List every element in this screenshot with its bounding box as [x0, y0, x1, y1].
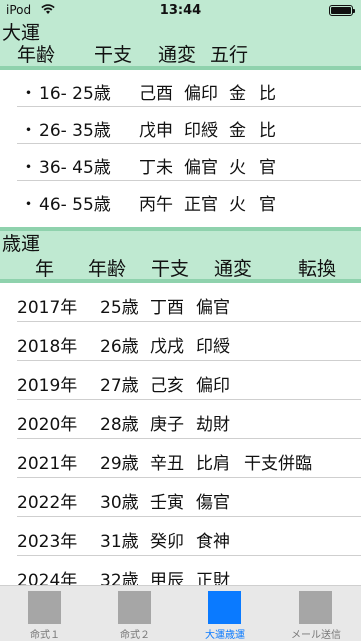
daiun-header-gogyo: 五行 — [210, 44, 249, 66]
saiun-tsuhen: 食神 — [196, 532, 230, 552]
daiun-title: 大運 — [2, 22, 41, 44]
daiun-kanshi: 丁未 — [139, 158, 173, 178]
saiun-title: 歳運 — [2, 233, 41, 255]
saiun-tsuhen: 劫財 — [196, 415, 230, 435]
daiun-header-tsuhen: 通変 — [158, 44, 197, 66]
status-time: 13:44 — [159, 3, 202, 18]
placeholder-square-icon — [299, 591, 332, 624]
saiun-row[interactable]: 2022年 30歳 壬寅 傷官 — [0, 478, 361, 517]
tab-bar: 命式１ 命式２ 大運歳運 メール送信 — [0, 585, 361, 641]
saiun-tenkan: 干支併臨 — [244, 454, 312, 474]
daiun-age: 36- 45歳 — [39, 158, 111, 178]
daiun-gogyo: 金 — [229, 84, 246, 104]
daiun-tsuhen: 正官 — [184, 195, 218, 215]
daiun-gogyo: 火 — [229, 158, 246, 178]
saiun-header-kanshi: 干支 — [151, 258, 190, 280]
tab-label: メール送信 — [291, 630, 341, 641]
tab-label: 大運歳運 — [205, 630, 245, 641]
tab-meishiki-1[interactable]: 命式１ — [0, 586, 90, 641]
saiun-age: 30歳 — [100, 493, 139, 513]
daiun-gogyo-relation: 官 — [259, 158, 276, 178]
placeholder-square-icon — [208, 591, 241, 624]
tab-label: 命式１ — [30, 630, 60, 641]
saiun-age: 28歳 — [100, 415, 139, 435]
saiun-age: 29歳 — [100, 454, 139, 474]
saiun-year: 2018年 — [17, 337, 78, 357]
saiun-row[interactable]: 2017年 25歳 丁酉 偏官 — [0, 283, 361, 322]
saiun-age: 27歳 — [100, 376, 139, 396]
saiun-header: 歳運 年 年齢 干支 通変 転換 — [0, 231, 361, 279]
saiun-year: 2023年 — [17, 532, 78, 552]
saiun-age: 31歳 — [100, 532, 139, 552]
saiun-row[interactable]: 2023年 31歳 癸卯 食神 — [0, 517, 361, 556]
daiun-age: 16- 25歳 — [39, 84, 111, 104]
saiun-kanshi: 庚子 — [150, 415, 184, 435]
daiun-tsuhen: 偏官 — [184, 158, 218, 178]
daiun-header-kanshi: 干支 — [94, 44, 133, 66]
status-bar: iPod 13:44 — [0, 0, 361, 20]
daiun-gogyo-relation: 比 — [259, 121, 276, 141]
daiun-row[interactable]: ・ 26- 35歳 戊申 印綬 金 比 — [0, 107, 361, 144]
daiun-header: 大運 年齢 干支 通変 五行 — [0, 20, 361, 66]
saiun-kanshi: 戊戌 — [150, 337, 184, 357]
saiun-header-year: 年 — [35, 258, 55, 280]
daiun-kanshi: 戊申 — [139, 121, 173, 141]
row-bullet: ・ — [20, 121, 37, 141]
row-bullet: ・ — [20, 195, 37, 215]
daiun-gogyo-relation: 官 — [259, 195, 276, 215]
battery-icon — [329, 5, 355, 16]
saiun-row[interactable]: 2021年 29歳 辛丑 比肩 干支併臨 — [0, 439, 361, 478]
placeholder-square-icon — [118, 591, 151, 624]
tab-mail-send[interactable]: メール送信 — [271, 586, 361, 641]
daiun-row[interactable]: ・ 36- 45歳 丁未 偏官 火 官 — [0, 144, 361, 181]
saiun-age: 26歳 — [100, 337, 139, 357]
daiun-gogyo: 金 — [229, 121, 246, 141]
tab-label: 命式２ — [120, 630, 150, 641]
daiun-tsuhen: 印綬 — [184, 121, 218, 141]
daiun-row[interactable]: ・ 46- 55歳 丙午 正官 火 官 — [0, 181, 361, 218]
daiun-kanshi: 己酉 — [139, 84, 173, 104]
saiun-row[interactable]: 2020年 28歳 庚子 劫財 — [0, 400, 361, 439]
row-bullet: ・ — [20, 158, 37, 178]
saiun-kanshi: 己亥 — [150, 376, 184, 396]
daiun-gogyo: 火 — [229, 195, 246, 215]
saiun-year: 2022年 — [17, 493, 78, 513]
saiun-header-tsuhen: 通変 — [214, 258, 253, 280]
saiun-kanshi: 丁酉 — [150, 298, 184, 318]
saiun-kanshi: 癸卯 — [150, 532, 184, 552]
saiun-header-tenkan: 転換 — [298, 258, 337, 280]
saiun-kanshi: 辛丑 — [150, 454, 184, 474]
saiun-header-age: 年齢 — [88, 258, 127, 280]
saiun-year: 2019年 — [17, 376, 78, 396]
saiun-row[interactable]: 2018年 26歳 戊戌 印綬 — [0, 322, 361, 361]
placeholder-square-icon — [28, 591, 61, 624]
tab-daiun-saiun[interactable]: 大運歳運 — [180, 586, 270, 641]
saiun-year: 2017年 — [17, 298, 78, 318]
daiun-header-age: 年齢 — [17, 44, 56, 66]
daiun-kanshi: 丙午 — [139, 195, 173, 215]
daiun-age: 46- 55歳 — [39, 195, 111, 215]
row-bullet: ・ — [20, 84, 37, 104]
daiun-gogyo-relation: 比 — [259, 84, 276, 104]
daiun-tsuhen: 偏印 — [184, 84, 218, 104]
saiun-year: 2021年 — [17, 454, 78, 474]
saiun-tsuhen: 比肩 — [196, 454, 230, 474]
saiun-year: 2020年 — [17, 415, 78, 435]
daiun-age: 26- 35歳 — [39, 121, 111, 141]
tab-meishiki-2[interactable]: 命式２ — [90, 586, 180, 641]
daiun-row[interactable]: ・ 16- 25歳 己酉 偏印 金 比 — [0, 70, 361, 107]
saiun-tsuhen: 印綬 — [196, 337, 230, 357]
saiun-tsuhen: 傷官 — [196, 493, 230, 513]
saiun-age: 25歳 — [100, 298, 139, 318]
saiun-row[interactable]: 2019年 27歳 己亥 偏印 — [0, 361, 361, 400]
saiun-tsuhen: 偏印 — [196, 376, 230, 396]
saiun-kanshi: 壬寅 — [150, 493, 184, 513]
saiun-tsuhen: 偏官 — [196, 298, 230, 318]
